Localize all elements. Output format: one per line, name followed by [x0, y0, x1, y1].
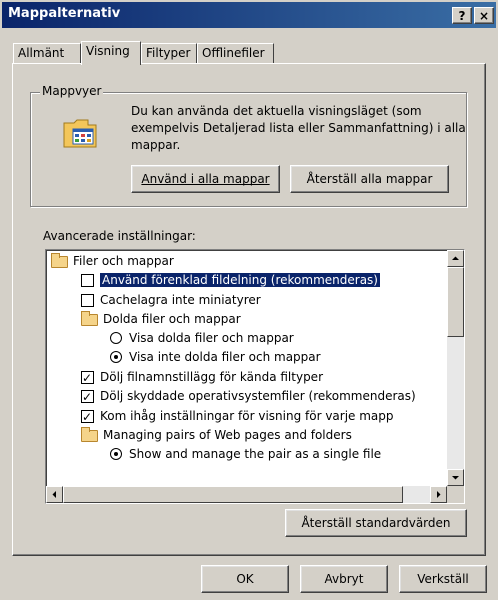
advanced-settings-tree[interactable]: Filer och mappar Använd förenklad fildel…: [45, 249, 465, 504]
checkbox-remember-view[interactable]: Kom ihåg inställningar för visning för v…: [81, 407, 394, 426]
folder-views-description-line1: Du kan använda det aktuella visningsläge…: [131, 104, 422, 118]
tree-item-label: Kom ihåg inställningar för visning för v…: [100, 409, 394, 423]
advanced-settings-label: Avancerade inställningar:: [43, 229, 196, 243]
arrow-up-icon: [452, 256, 459, 260]
tab-filtyper[interactable]: Filtyper: [141, 43, 197, 64]
folder-views-description-line3: mappar.: [131, 138, 181, 152]
tree-item-hidden-files[interactable]: Dolda filer och mappar: [81, 310, 241, 328]
apply-label: Verkställ: [417, 572, 469, 586]
scroll-corner: [447, 486, 464, 503]
tree-item-label: Show and manage the pair as a single fil…: [129, 447, 382, 461]
scroll-h-thumb[interactable]: [63, 486, 403, 503]
arrow-right-icon: [437, 491, 441, 498]
scroll-right-button[interactable]: [430, 486, 447, 503]
tree-item-web-pairs[interactable]: Managing pairs of Web pages and folders: [81, 426, 352, 444]
tab-offlinefiler[interactable]: Offlinefiler: [197, 43, 274, 64]
folder-icon: [81, 311, 98, 326]
folder-icon: [51, 253, 68, 268]
radio-button[interactable]: [110, 351, 122, 363]
tree-item-label: Dölj filnamnstillägg för kända filtyper: [100, 370, 324, 384]
radio-dont-show-hidden[interactable]: Visa inte dolda filer och mappar: [110, 348, 321, 366]
apply-button[interactable]: Verkställ: [399, 565, 487, 593]
tree-item-label: Managing pairs of Web pages and folders: [103, 428, 352, 442]
folder-icon: [81, 427, 98, 442]
checkbox-hide-extensions[interactable]: Dölj filnamnstillägg för kända filtyper: [81, 368, 324, 387]
arrow-down-icon: [452, 476, 459, 480]
tree-item-files-folders[interactable]: Filer och mappar: [51, 252, 174, 270]
reset-all-folders-label: Återställ alla mappar: [306, 172, 433, 186]
ok-label: OK: [236, 572, 254, 586]
arrow-left-icon: [52, 491, 56, 498]
scroll-left-button[interactable]: [46, 486, 63, 503]
radio-single-file[interactable]: Show and manage the pair as a single fil…: [110, 445, 381, 463]
tree-item-label: Visa dolda filer och mappar: [129, 331, 294, 345]
folder-views-description-line2: exempelvis Detaljerad lista eller Samman…: [131, 121, 466, 135]
folder-views-legend: Mappvyer: [40, 84, 104, 98]
checkbox-box[interactable]: [81, 294, 94, 307]
checkbox-no-thumbnail-cache[interactable]: Cachelagra inte miniatyrer: [81, 291, 261, 309]
radio-show-hidden[interactable]: Visa dolda filer och mappar: [110, 329, 294, 347]
vertical-scrollbar[interactable]: [447, 250, 464, 486]
checkbox-box[interactable]: [81, 369, 94, 387]
horizontal-scrollbar[interactable]: [46, 486, 447, 503]
tree-item-label: Cachelagra inte miniatyrer: [100, 293, 261, 307]
tab-allmant[interactable]: Allmänt: [13, 43, 81, 64]
restore-defaults-label: Återställ standardvärden: [301, 516, 451, 530]
checkbox-simple-file-sharing[interactable]: Använd förenklad fildelning (rekommender…: [81, 271, 381, 289]
checkbox-hide-os-files[interactable]: Dölj skyddade operativsystemfiler (rekom…: [81, 387, 416, 406]
checkbox-box[interactable]: [81, 408, 94, 426]
checkbox-box[interactable]: [81, 388, 94, 406]
close-button[interactable]: ×: [474, 7, 494, 24]
reset-all-folders-button[interactable]: Återställ alla mappar: [290, 165, 449, 193]
cancel-label: Avbryt: [324, 572, 364, 586]
cancel-button[interactable]: Avbryt: [300, 565, 388, 593]
radio-button[interactable]: [110, 332, 122, 344]
ok-button[interactable]: OK: [201, 565, 289, 593]
tree-item-label: Dölj skyddade operativsystemfiler (rekom…: [100, 389, 416, 403]
tree-item-label: Dolda filer och mappar: [103, 312, 241, 326]
scroll-thumb[interactable]: [447, 267, 464, 337]
tree-item-label: Använd förenklad fildelning (rekommender…: [99, 272, 381, 288]
title-bar[interactable]: Mappalternativ ? ×: [2, 2, 496, 28]
folder-view-icon: [62, 115, 98, 149]
dialog-window: Mappalternativ ? × Allmänt Visning Filty…: [0, 0, 498, 600]
apply-all-folders-button[interactable]: Använd i alla mappar: [131, 165, 280, 193]
apply-all-folders-label: Använd i alla mappar: [141, 172, 270, 186]
radio-button[interactable]: [110, 448, 122, 460]
scroll-up-button[interactable]: [447, 250, 464, 267]
tab-visning[interactable]: Visning: [81, 41, 141, 65]
scroll-down-button[interactable]: [447, 469, 464, 486]
tree-item-label: Visa inte dolda filer och mappar: [129, 350, 321, 364]
restore-defaults-button[interactable]: Återställ standardvärden: [285, 509, 467, 537]
window-title: Mappalternativ: [8, 6, 121, 21]
checkbox-box[interactable]: [81, 274, 94, 287]
help-button[interactable]: ?: [452, 7, 472, 24]
tree-item-label: Filer och mappar: [73, 254, 174, 268]
